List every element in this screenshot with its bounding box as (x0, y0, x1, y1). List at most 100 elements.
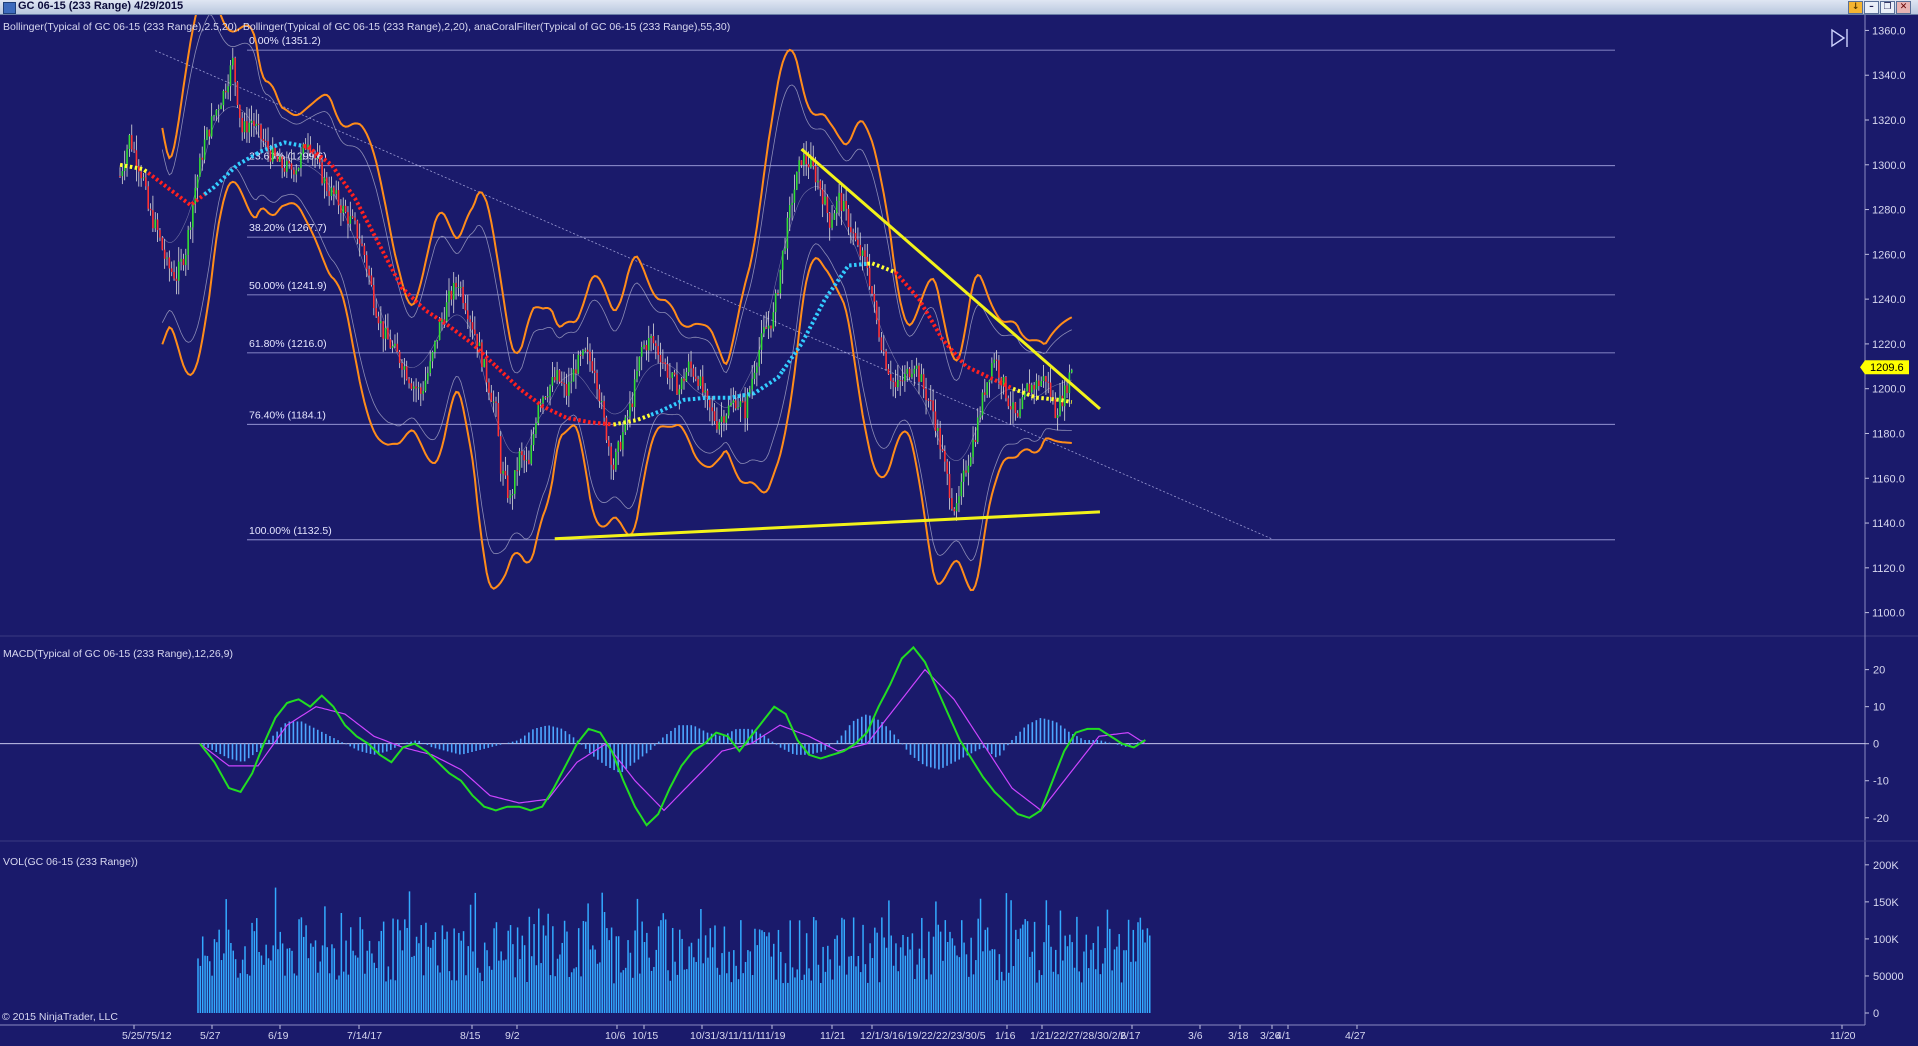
candle-body (335, 190, 337, 195)
candle-body (152, 210, 154, 229)
attach-icon[interactable]: ↓ (1848, 1, 1863, 14)
candle-body (683, 378, 685, 382)
y-tick-label: 200K (1873, 860, 1899, 872)
candle-body (438, 321, 441, 340)
candle-body (485, 359, 488, 383)
candle-body (182, 258, 185, 266)
candle-body (1016, 413, 1019, 417)
candle-body (1019, 409, 1021, 417)
y-tick-label: 1180.0 (1872, 428, 1905, 440)
candle-body (128, 135, 131, 150)
candle-body (791, 202, 793, 206)
candle-body (908, 368, 911, 378)
candle-body (1038, 380, 1040, 386)
y-tick-label: 0 (1873, 1008, 1879, 1020)
candle-body (276, 156, 279, 162)
candle-body (403, 366, 406, 370)
x-tick-label: 8/15 (460, 1030, 481, 1042)
title-bar: GC 06-15 (233 Range) 4/29/2015 ↓ – ❐ ✕ (0, 0, 1918, 15)
candle-body (927, 399, 930, 401)
candle-body (732, 400, 735, 403)
candle-body (553, 377, 556, 381)
candle-body (716, 421, 718, 430)
candle-body (514, 470, 516, 494)
candle-body (189, 227, 192, 230)
y-tick-label: 1240.0 (1872, 294, 1906, 306)
candle-body (173, 272, 175, 279)
candle-body (243, 121, 246, 133)
candle-body (535, 422, 537, 435)
candle-body (929, 400, 932, 402)
candle-body (974, 439, 977, 443)
x-tick-label: 3/18 (1228, 1030, 1249, 1042)
candle-body (163, 249, 166, 259)
y-tick-label: 1160.0 (1872, 473, 1905, 485)
candle-body (1063, 385, 1066, 407)
candle-body (664, 362, 666, 365)
candle-body (558, 370, 561, 382)
candle-body (702, 376, 704, 393)
candle-body (427, 373, 429, 381)
candle-body (330, 187, 333, 197)
y-tick-label: 1120.0 (1872, 563, 1905, 575)
candle-body (177, 261, 180, 281)
candle-body (885, 351, 887, 369)
y-tick-label: 1300.0 (1872, 160, 1906, 172)
candle-body (506, 475, 509, 499)
candle-body (1054, 399, 1057, 418)
candle-body (713, 411, 716, 422)
candle-body (260, 124, 262, 139)
candle-body (492, 401, 495, 403)
candle-body (934, 411, 937, 431)
candle-body (340, 205, 342, 213)
candle-body (772, 312, 775, 329)
minimize-button[interactable]: – (1864, 1, 1879, 14)
candle-body (206, 129, 208, 140)
candle-body (354, 217, 356, 221)
candle-body (361, 243, 363, 246)
candle-body (253, 120, 255, 126)
candle-body (920, 374, 923, 382)
candle-body (678, 389, 681, 395)
candle-body (1021, 397, 1024, 410)
restore-button[interactable]: ❐ (1880, 1, 1895, 14)
candle-body (826, 196, 829, 213)
candle-body (828, 212, 831, 228)
candle-body (394, 343, 396, 347)
candle-body (875, 301, 878, 320)
candle-body (960, 481, 963, 497)
candle-body (264, 140, 267, 142)
candle-body (892, 380, 894, 382)
candle-body (666, 364, 669, 378)
chart-canvas[interactable]: 1100.0 1120.0 1140.0 1160.0 1180.0 1200.0 1220… (0, 15, 1918, 1046)
candle-body (239, 105, 241, 118)
x-tick-label: 9/2 (505, 1030, 520, 1042)
candle-body (843, 200, 845, 212)
candle-body (760, 333, 763, 350)
candle-body (469, 319, 471, 323)
candle-body (556, 370, 558, 381)
candle-body (521, 451, 523, 456)
candle-body (612, 464, 615, 470)
candle-body (944, 450, 946, 462)
candle-body (725, 415, 728, 423)
candle-body (337, 190, 340, 206)
fib-level-label: 38.20% (1267.7) (249, 222, 327, 234)
candle-body (528, 459, 530, 464)
y-tick-label: 1220.0 (1872, 339, 1906, 351)
candle-body (669, 377, 671, 379)
candle-body (579, 354, 582, 356)
candle-body (290, 163, 293, 170)
candle-body (937, 428, 939, 431)
candle-body (563, 382, 565, 385)
candle-body (899, 379, 901, 381)
candle-body (969, 457, 972, 466)
candle-body (316, 157, 319, 159)
candle-body (196, 176, 199, 188)
fib-level-label: 0.00% (1351.2) (249, 35, 321, 47)
close-button[interactable]: ✕ (1896, 1, 1911, 14)
candle-body (199, 157, 201, 177)
fib-level-label: 50.00% (1241.9) (249, 280, 327, 292)
candle-body (119, 175, 121, 177)
candle-body (878, 319, 880, 338)
